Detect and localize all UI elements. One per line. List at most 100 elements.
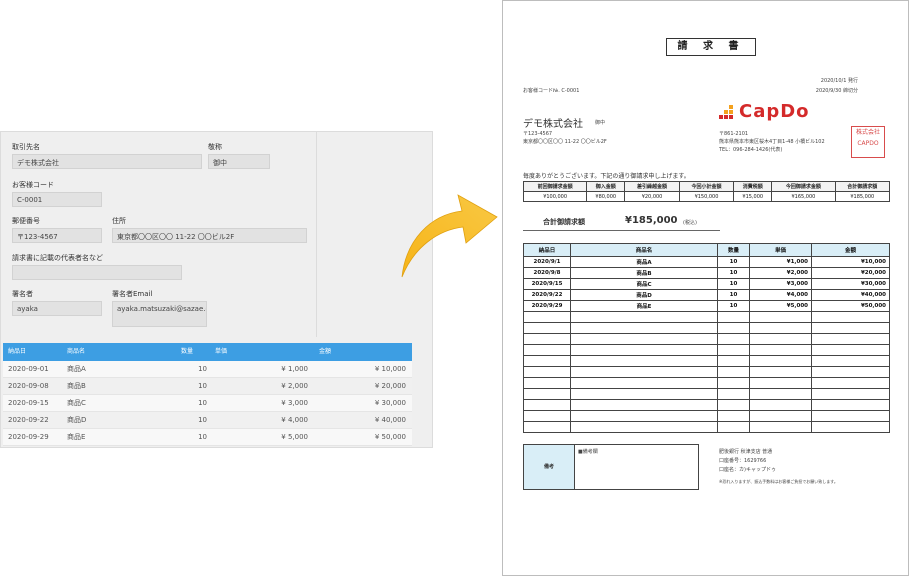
zip-field[interactable]: 〒123-4567 [12, 228, 102, 243]
item-product: 商品B [570, 267, 718, 279]
grid-cell-date: 2020-09-22 [8, 416, 49, 424]
grid-cell-qty: 10 [198, 433, 207, 441]
blank-cell [570, 421, 718, 433]
blank-cell [523, 344, 571, 356]
customer-code-field[interactable]: C-0001 [12, 192, 102, 207]
sender-tel: TEL：096-284-1426(代表) [719, 147, 783, 153]
blank-cell [749, 322, 812, 334]
grid-header-amount[interactable]: 金額 [319, 343, 331, 361]
grid-cell-price: ¥ 5,000 [281, 433, 308, 441]
items-grid: 納品日 商品名 数量 単価 金額 2020-09-01 商品A 10 ¥ 1,0… [3, 343, 412, 446]
blank-cell [717, 311, 750, 323]
item-price: ¥1,000 [749, 256, 812, 268]
invoice-items-table: 納品日 商品名 数量 単価 金額 2020/9/1 商品A 10 ¥1,000 ¥10,… [523, 243, 890, 433]
blank-cell [523, 410, 571, 422]
grid-header-price[interactable]: 単価 [215, 343, 227, 361]
blank-cell [570, 366, 718, 378]
sender-address: 熊本県熊本市東区桜木4丁目1-48 小橋ビル102 [719, 139, 825, 145]
blank-cell [749, 344, 812, 356]
invoice-blank-row [523, 421, 890, 433]
blank-cell [717, 388, 750, 400]
invoice-item-row: 2020/9/15 商品C 10 ¥3,000 ¥30,000 [523, 278, 890, 290]
grid-cell-amount: ¥ 30,000 [374, 399, 406, 407]
item-price: ¥2,000 [749, 267, 812, 279]
blank-cell [749, 311, 812, 323]
signer-email-field[interactable]: ayaka.matsuzaki@sazae.com.au [112, 301, 207, 327]
item-amount: ¥10,000 [811, 256, 890, 268]
grid-header: 納品日 商品名 数量 単価 金額 [3, 343, 412, 361]
blank-cell [717, 322, 750, 334]
bank-line-3: 口座名：カ)キャップドゥ [719, 467, 776, 473]
blank-cell [749, 377, 812, 389]
grid-header-product[interactable]: 商品名 [67, 343, 85, 361]
cutoff-date: 2020/9/30 締切分 [815, 88, 858, 94]
grid-cell-amount: ¥ 40,000 [374, 416, 406, 424]
item-qty: 10 [717, 267, 750, 279]
address-field[interactable]: 東京都〇〇区〇〇 11-22 〇〇ビル2F [112, 228, 307, 243]
blank-cell [749, 388, 812, 400]
items-header: 数量 [717, 243, 750, 257]
grid-row[interactable]: 2020-09-15 商品C 10 ¥ 3,000 ¥ 30,000 [3, 395, 412, 412]
item-qty: 10 [717, 278, 750, 290]
item-date: 2020/9/15 [523, 278, 571, 290]
items-header: 商品名 [570, 243, 718, 257]
grid-row[interactable]: 2020-09-29 商品E 10 ¥ 5,000 ¥ 50,000 [3, 429, 412, 446]
blank-cell [811, 399, 890, 411]
grid-cell-product: 商品A [67, 365, 86, 373]
invoice-honorific: 御中 [595, 120, 606, 126]
blank-cell [570, 344, 718, 356]
item-amount: ¥50,000 [811, 300, 890, 312]
item-date: 2020/9/8 [523, 267, 571, 279]
grid-row[interactable]: 2020-09-08 商品B 10 ¥ 2,000 ¥ 20,000 [3, 378, 412, 395]
representative-field[interactable] [12, 265, 182, 280]
invoice-blank-row [523, 388, 890, 400]
blank-cell [523, 311, 571, 323]
item-qty: 10 [717, 289, 750, 301]
client-field[interactable]: デモ株式会社 [12, 154, 202, 169]
client-label: 取引先名 [12, 143, 40, 151]
honorific-field[interactable]: 御中 [208, 154, 270, 169]
blank-cell [523, 399, 571, 411]
blank-cell [811, 421, 890, 433]
grid-cell-qty: 10 [198, 416, 207, 424]
summary-header: 合計御請求額 [834, 181, 891, 192]
record-form-fields: 取引先名 デモ株式会社 敬称 御中 お客様コード C-0001 郵便番号 〒12… [1, 132, 317, 337]
invoice-title: 請 求 書 [666, 38, 756, 56]
item-date: 2020/9/22 [523, 289, 571, 301]
blank-cell [570, 377, 718, 389]
tax-note: (税込) [683, 220, 697, 226]
grid-cell-product: 商品C [67, 399, 86, 407]
item-qty: 10 [717, 300, 750, 312]
invoice-client-address: 東京都〇〇区〇〇 11-22 〇〇ビル2F [523, 139, 607, 145]
blank-cell [523, 377, 571, 389]
invoice-item-row: 2020/9/29 商品E 10 ¥5,000 ¥50,000 [523, 300, 890, 312]
signer-field[interactable]: ayaka [12, 301, 102, 316]
grid-cell-product: 商品E [67, 433, 86, 441]
summary-header: 差引繰越金額 [624, 181, 680, 192]
blank-cell [570, 311, 718, 323]
grid-header-qty[interactable]: 数量 [181, 343, 193, 361]
grid-cell-date: 2020-09-08 [8, 382, 49, 390]
issue-date: 2020/10/1 発行 [820, 78, 858, 84]
grid-header-date[interactable]: 納品日 [8, 343, 26, 361]
item-qty: 10 [717, 256, 750, 268]
blank-cell [570, 399, 718, 411]
zip-label: 郵便番号 [12, 217, 40, 225]
item-product: 商品A [570, 256, 718, 268]
invoice-item-row: 2020/9/22 商品D 10 ¥4,000 ¥40,000 [523, 289, 890, 301]
grid-row[interactable]: 2020-09-01 商品A 10 ¥ 1,000 ¥ 10,000 [3, 361, 412, 378]
invoice-blank-row [523, 344, 890, 356]
grid-cell-amount: ¥ 50,000 [374, 433, 406, 441]
bank-line-2: 口座番号：1629766 [719, 458, 767, 464]
grid-row[interactable]: 2020-09-22 商品D 10 ¥ 4,000 ¥ 40,000 [3, 412, 412, 429]
customer-code-label: お客様コード [12, 181, 54, 189]
blank-cell [811, 322, 890, 334]
total-underline [523, 230, 720, 231]
total-value: ¥185,000 [625, 215, 678, 226]
grid-cell-date: 2020-09-01 [8, 365, 49, 373]
item-date: 2020/9/1 [523, 256, 571, 268]
bank-note: ※恐れ入りますが、振込手数料はお客様ご負担でお願い致します。 [719, 479, 838, 484]
summary-value: ¥185,000 [834, 191, 891, 202]
items-header: 納品日 [523, 243, 571, 257]
grid-cell-qty: 10 [198, 382, 207, 390]
